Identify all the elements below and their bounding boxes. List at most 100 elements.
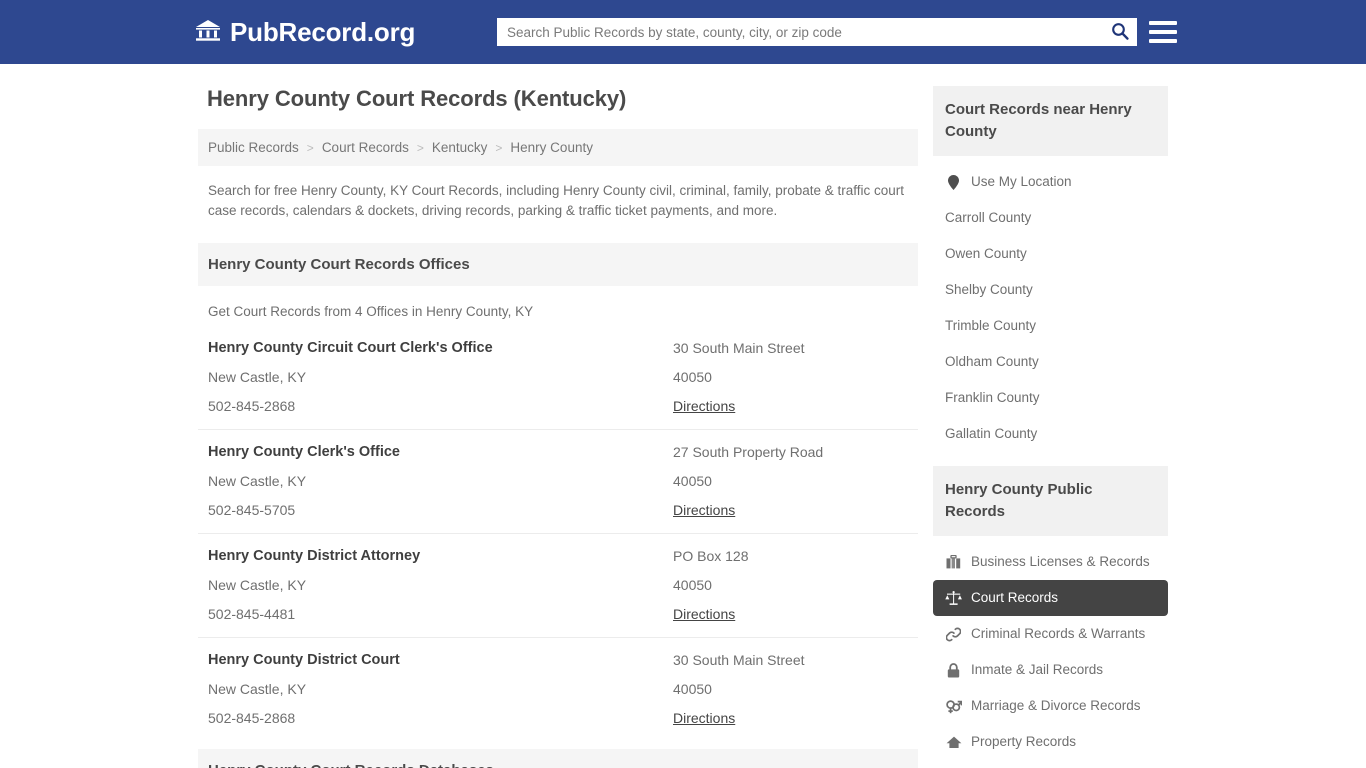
directions-link[interactable]: Directions	[673, 398, 735, 414]
nearby-counties-panel: Court Records near Henry County Use My L…	[933, 86, 1168, 452]
sidebar-item-franklin-county[interactable]: Franklin County	[933, 380, 1168, 416]
sidebar-item-label: Carroll County	[945, 210, 1032, 225]
breadcrumb-separator: >	[416, 140, 424, 155]
sidebar-item-carroll-county[interactable]: Carroll County	[933, 200, 1168, 236]
sidebar-item-criminal-records[interactable]: Criminal Records & Warrants	[933, 616, 1168, 652]
briefcase-icon	[945, 554, 962, 570]
sidebar-item-oldham-county[interactable]: Oldham County	[933, 344, 1168, 380]
sidebar: Court Records near Henry County Use My L…	[933, 86, 1168, 768]
breadcrumb: Public Records > Court Records > Kentuck…	[198, 129, 918, 166]
databases-section-heading: Henry County Court Records Databases	[198, 749, 918, 768]
directions-link[interactable]: Directions	[673, 710, 735, 726]
sidebar-item-inmate-jail-records[interactable]: Inmate & Jail Records	[933, 652, 1168, 688]
office-street: PO Box 128	[673, 548, 749, 564]
sidebar-item-court-records[interactable]: Court Records	[933, 580, 1168, 616]
page-body: Henry County Court Records (Kentucky) Pu…	[0, 64, 1366, 768]
office-zip: 40050	[673, 681, 712, 697]
sidebar-item-label: Business Licenses & Records	[971, 554, 1150, 569]
office-phone: 502-845-2868	[208, 398, 296, 414]
site-header: PubRecord.org	[0, 0, 1366, 64]
search-button[interactable]	[1103, 18, 1137, 46]
office-address: PO Box 128 40050 Directions	[673, 547, 908, 623]
sidebar-item-label: Use My Location	[971, 174, 1072, 189]
office-zip: 40050	[673, 577, 712, 593]
directions-link[interactable]: Directions	[673, 502, 735, 518]
nearby-counties-heading: Court Records near Henry County	[933, 86, 1168, 156]
sidebar-item-gallatin-county[interactable]: Gallatin County	[933, 416, 1168, 452]
public-records-heading: Henry County Public Records	[933, 466, 1168, 536]
public-records-list: Business Licenses & Records Court Record…	[933, 536, 1168, 760]
office-phone: 502-845-5705	[208, 502, 296, 518]
office-address: 30 South Main Street 40050 Directions	[673, 339, 908, 415]
breadcrumb-item-court-records[interactable]: Court Records	[322, 140, 409, 155]
breadcrumb-item-henry-county[interactable]: Henry County	[510, 140, 593, 155]
sidebar-item-label: Franklin County	[945, 390, 1040, 405]
main-content: Henry County Court Records (Kentucky) Pu…	[198, 86, 918, 768]
offices-subtitle: Get Court Records from 4 Offices in Henr…	[208, 304, 534, 319]
office-details: Henry County Clerk's Office New Castle, …	[208, 443, 673, 519]
office-name: Henry County District Attorney	[208, 548, 421, 564]
menu-bar-3	[1149, 39, 1177, 43]
sidebar-item-label: Trimble County	[945, 318, 1037, 333]
office-name: Henry County Clerk's Office	[208, 444, 400, 460]
office-city-state: New Castle, KY	[208, 681, 307, 697]
sidebar-item-label: Oldham County	[945, 354, 1039, 369]
bank-icon	[195, 18, 221, 47]
lock-icon	[945, 662, 962, 678]
sidebar-item-label: Gallatin County	[945, 426, 1038, 441]
map-pin-icon	[945, 174, 962, 190]
sidebar-item-owen-county[interactable]: Owen County	[933, 236, 1168, 272]
page-intro-text: Search for free Henry County, KY Court R…	[208, 183, 905, 218]
sidebar-item-property-records[interactable]: Property Records	[933, 724, 1168, 760]
office-name: Henry County District Court	[208, 652, 400, 668]
offices-section-heading: Henry County Court Records Offices	[198, 243, 918, 286]
sidebar-item-use-my-location[interactable]: Use My Location	[933, 164, 1168, 200]
directions-link[interactable]: Directions	[673, 606, 735, 622]
office-phone: 502-845-2868	[208, 710, 296, 726]
office-row: Henry County District Attorney New Castl…	[198, 533, 918, 637]
house-icon	[945, 734, 962, 750]
search-input[interactable]	[497, 18, 1103, 46]
breadcrumb-item-kentucky[interactable]: Kentucky	[432, 140, 488, 155]
office-row: Henry County District Court New Castle, …	[198, 637, 918, 741]
scales-of-justice-icon	[945, 590, 962, 606]
hamburger-menu-icon[interactable]	[1149, 19, 1177, 45]
office-details: Henry County Circuit Court Clerk's Offic…	[208, 339, 673, 415]
sidebar-item-label: Shelby County	[945, 282, 1033, 297]
menu-bar-2	[1149, 30, 1177, 34]
office-street: 30 South Main Street	[673, 652, 805, 668]
sidebar-item-business-licenses[interactable]: Business Licenses & Records	[933, 544, 1168, 580]
breadcrumb-separator: >	[495, 140, 503, 155]
sidebar-item-label: Marriage & Divorce Records	[971, 698, 1141, 713]
office-row: Henry County Circuit Court Clerk's Offic…	[198, 333, 918, 429]
office-city-state: New Castle, KY	[208, 577, 307, 593]
sidebar-item-marriage-divorce-records[interactable]: Marriage & Divorce Records	[933, 688, 1168, 724]
office-street: 30 South Main Street	[673, 340, 805, 356]
breadcrumb-item-public-records[interactable]: Public Records	[208, 140, 299, 155]
sidebar-item-shelby-county[interactable]: Shelby County	[933, 272, 1168, 308]
nearby-counties-list: Use My Location Carroll County Owen Coun…	[933, 156, 1168, 452]
office-phone: 502-845-4481	[208, 606, 296, 622]
office-row: Henry County Clerk's Office New Castle, …	[198, 429, 918, 533]
office-address: 30 South Main Street 40050 Directions	[673, 651, 908, 727]
breadcrumb-separator: >	[306, 140, 314, 155]
sidebar-item-label: Owen County	[945, 246, 1027, 261]
sidebar-item-label: Court Records	[971, 590, 1059, 605]
office-zip: 40050	[673, 369, 712, 385]
site-logo-text: PubRecord.org	[230, 16, 416, 47]
sidebar-item-label: Criminal Records & Warrants	[971, 626, 1146, 641]
search-bar	[497, 18, 1137, 46]
sidebar-item-trimble-county[interactable]: Trimble County	[933, 308, 1168, 344]
public-records-panel: Henry County Public Records Business Lic…	[933, 466, 1168, 760]
sidebar-item-label: Property Records	[971, 734, 1077, 749]
office-name: Henry County Circuit Court Clerk's Offic…	[208, 340, 493, 356]
office-street: 27 South Property Road	[673, 444, 824, 460]
office-details: Henry County District Court New Castle, …	[208, 651, 673, 727]
menu-bar-1	[1149, 21, 1177, 25]
search-icon	[1111, 22, 1129, 43]
sidebar-item-label: Inmate & Jail Records	[971, 662, 1104, 677]
site-logo-link[interactable]: PubRecord.org	[195, 17, 415, 48]
office-city-state: New Castle, KY	[208, 369, 307, 385]
office-city-state: New Castle, KY	[208, 473, 307, 489]
office-details: Henry County District Attorney New Castl…	[208, 547, 673, 623]
